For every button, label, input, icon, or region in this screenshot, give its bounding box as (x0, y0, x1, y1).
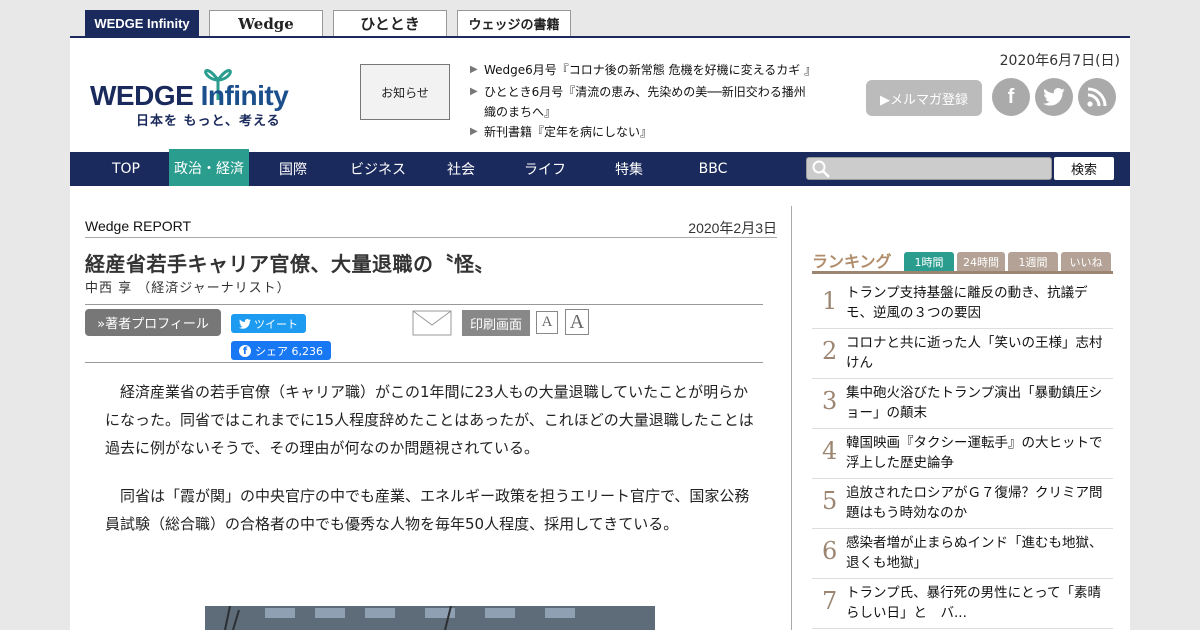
column-divider (791, 206, 792, 630)
nav-top[interactable]: TOP (96, 152, 156, 186)
main-content: Wedge REPORT 2020年2月3日 経産省若手キャリア官僚、大量退職の… (70, 186, 1130, 630)
ranking-title: 感染者増が止まらぬインド「進むも地獄、退くも地獄」 (846, 535, 1103, 571)
tab-wedge[interactable]: Wedge (209, 10, 323, 36)
ranking-tab-likes[interactable]: いいね (1061, 252, 1111, 271)
main-nav: TOP 政治・経済 国際 ビジネス 社会 ライフ 特集 BBC 検索 (70, 149, 1130, 186)
twitter-icon (239, 318, 251, 329)
notice-button[interactable]: お知らせ (360, 64, 450, 120)
ranking-title: コロナと共に逝った人「笑いの王様」志村けん (846, 335, 1103, 371)
news-link[interactable]: ▶ 新刊書籍『定年を病にしない』 (470, 122, 815, 142)
nav-bbc[interactable]: BBC (683, 152, 743, 186)
ranking-item[interactable]: 5 追放されたロシアがＧ７復帰？クリミア問題はもう時効なのか (812, 479, 1113, 529)
facebook-icon[interactable]: f (992, 78, 1030, 116)
article-paragraph: 同省は「霞が関」の中央官庁の中でも産業、エネルギー政策を担うエリート官庁で、国家… (105, 487, 750, 533)
news-link[interactable]: ▶ ひととき6月号『清流の恵み、先染めの美──新旧交わる播州織のまちへ』 (470, 82, 815, 122)
ranking-item[interactable]: 7 トランプ氏、暴行死の男性にとって「素晴らしい日」と バ... (812, 579, 1113, 629)
print-button[interactable]: 印刷画面 (462, 310, 530, 336)
article-category[interactable]: Wedge REPORT (85, 218, 191, 234)
current-date: 2020年6月7日(日) (999, 53, 1120, 69)
twitter-icon[interactable] (1035, 78, 1073, 116)
site-header: WEDGE Infinity 日本を もっと、考える お知らせ ▶ Wedge6… (70, 36, 1130, 152)
search-input[interactable] (806, 157, 1052, 180)
ranking-tab-24hours[interactable]: 24時間 (957, 252, 1005, 271)
ranking-title: 集中砲火浴びたトランプ演出「暴動鎮圧ショー」の顛末 (846, 385, 1103, 421)
rss-icon[interactable] (1078, 78, 1116, 116)
ranking-title: 韓国映画『タクシー運転手』の大ヒットで浮上した歴史論争 (846, 435, 1103, 471)
font-size-small-button[interactable]: A (536, 311, 558, 334)
ranking-underline (812, 271, 1113, 274)
divider (85, 304, 763, 305)
nav-politics-economy[interactable]: 政治・経済 (169, 149, 249, 186)
news-link[interactable]: ▶ Wedge6月号『コロナ後の新常態 危機を好機に変えるカギ 』 (470, 60, 816, 80)
ranking-item[interactable]: 1 トランプ支持基盤に離反の動き、抗議デモ、逆風の３つの要因 (812, 279, 1113, 329)
search-icon (812, 160, 830, 178)
ranking-number: 2 (822, 337, 838, 365)
ranking-number: 5 (822, 487, 838, 515)
tweet-button[interactable]: ツイート (231, 314, 306, 333)
ranking-tab-1hour[interactable]: 1時間 (904, 252, 954, 271)
triangle-icon: ▶ (470, 64, 478, 75)
ranking-heading: ランキング (812, 252, 892, 271)
facebook-icon: f (239, 344, 251, 357)
site-logo[interactable]: WEDGE Infinity 日本を もっと、考える (90, 58, 320, 129)
ranking-number: 1 (822, 287, 838, 315)
nav-special[interactable]: 特集 (599, 152, 659, 186)
tab-wedge-books[interactable]: ウェッジの書籍 (457, 10, 571, 36)
search-button[interactable]: 検索 (1054, 157, 1114, 180)
font-size-large-button[interactable]: A (565, 309, 589, 335)
ranking-item[interactable]: 4 韓国映画『タクシー運転手』の大ヒットで浮上した歴史論争 (812, 429, 1113, 479)
tab-wedge-infinity[interactable]: WEDGE Infinity (85, 10, 199, 36)
article-photo (205, 606, 655, 630)
tab-hitotoki[interactable]: ひととき (333, 10, 447, 36)
ranking-number: 6 (822, 537, 838, 565)
article-author: 中西 享 （経済ジャーナリスト） (85, 281, 291, 296)
article-paragraph: 経済産業省の若手官僚（キャリア職）がこの1年間に23人もの大量退職していたことが… (105, 383, 754, 457)
ranking-number: 4 (822, 437, 838, 465)
facebook-share-button[interactable]: f シェア 6,236 (231, 341, 331, 360)
triangle-icon: ▶ (470, 126, 478, 137)
article-title: 経産省若手キャリア官僚、大量退職の〝怪〟 (85, 252, 495, 276)
mail-icon[interactable] (412, 310, 452, 336)
author-profile-button[interactable]: »著者プロフィール (85, 309, 221, 336)
logo-tagline: 日本を もっと、考える (136, 114, 281, 129)
nav-international[interactable]: 国際 (263, 152, 323, 186)
ranking-number: 3 (822, 387, 838, 415)
divider (85, 237, 777, 238)
nav-business[interactable]: ビジネス (338, 152, 418, 186)
triangle-icon: ▶ (470, 86, 478, 97)
article-date: 2020年2月3日 (688, 220, 777, 236)
nav-society[interactable]: 社会 (431, 152, 491, 186)
divider (85, 362, 763, 363)
ranking-tab-1week[interactable]: 1週間 (1008, 252, 1058, 271)
ranking-item[interactable]: 6 感染者増が止まらぬインド「進むも地獄、退くも地獄」 (812, 529, 1113, 579)
newsletter-signup-button[interactable]: ▶メルマガ登録 (866, 80, 982, 116)
logo-wordmark: WEDGE Infinity (90, 80, 289, 111)
ranking-title: トランプ氏、暴行死の男性にとって「素晴らしい日」と バ... (846, 585, 1102, 621)
nav-life[interactable]: ライフ (515, 152, 575, 186)
ranking-title: トランプ支持基盤に離反の動き、抗議デモ、逆風の３つの要因 (846, 285, 1088, 321)
ranking-item[interactable]: 2 コロナと共に逝った人「笑いの王様」志村けん (812, 329, 1113, 379)
ranking-title: 追放されたロシアがＧ７復帰？クリミア問題はもう時効なのか (846, 485, 1103, 521)
ranking-item[interactable]: 3 集中砲火浴びたトランプ演出「暴動鎮圧ショー」の顛末 (812, 379, 1113, 429)
ranking-number: 7 (822, 587, 838, 615)
